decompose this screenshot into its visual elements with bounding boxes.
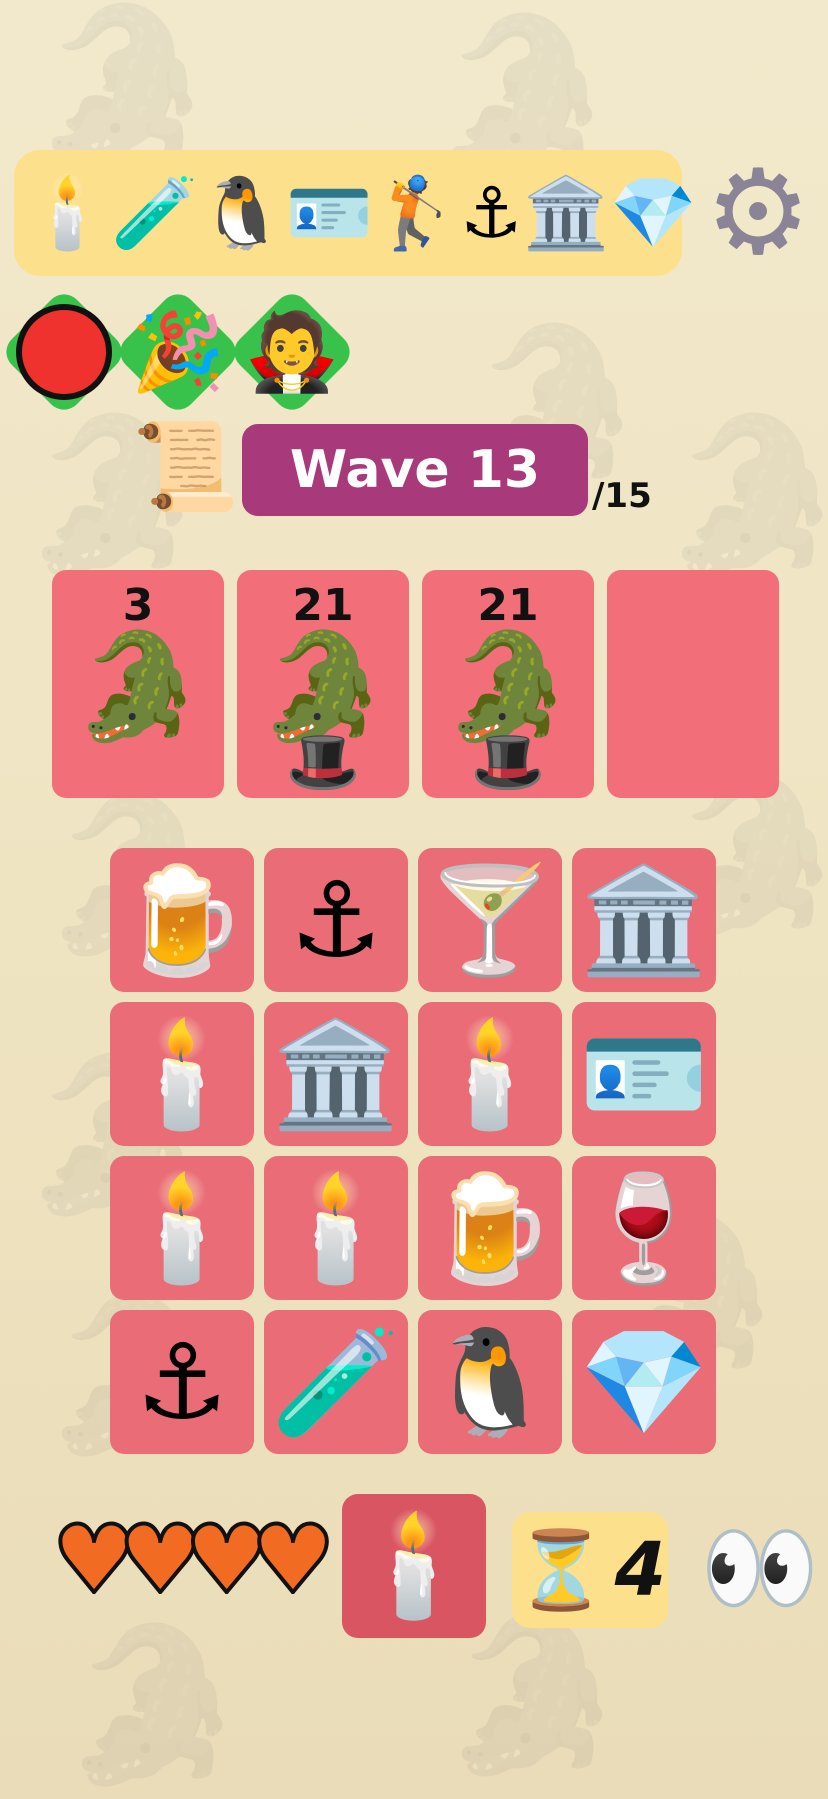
- red-circle-icon: [16, 304, 112, 400]
- lives-hearts: ♥ ♥ ♥ ♥: [50, 1512, 337, 1610]
- enemy-card[interactable]: 21 🐊 🎩: [422, 570, 594, 798]
- wine-glass-icon: 🍷: [579, 1167, 709, 1289]
- current-item-slot[interactable]: 🕯️: [342, 1494, 486, 1638]
- rainbow-person-icon: 🧛: [244, 307, 340, 396]
- top-hat-icon: 🎩: [470, 727, 546, 797]
- grid-cell[interactable]: 🕯️: [110, 1002, 254, 1146]
- wave-label: Wave 13: [242, 424, 588, 516]
- golfer-icon[interactable]: 🏌️: [373, 178, 460, 248]
- turn-timer: ⏳ 4: [512, 1512, 668, 1628]
- heart-icon: ♥: [249, 1506, 337, 1615]
- grid-cell[interactable]: ⚓: [264, 848, 408, 992]
- rainbow-card-icon[interactable]: 🪪: [286, 178, 373, 248]
- effect-slot[interactable]: [12, 300, 116, 404]
- enemy-card-empty[interactable]: [607, 570, 779, 798]
- grid-cell[interactable]: 🧪: [264, 1310, 408, 1454]
- timer-count: 4: [614, 1527, 667, 1613]
- candle-icon: 🕯️: [425, 1013, 555, 1135]
- cocktail-icon: 🍸: [425, 859, 555, 981]
- penguin-icon: 🐧: [425, 1321, 555, 1443]
- anchor-icon[interactable]: ⚓: [460, 178, 523, 248]
- background-crocodile-icon: 🐊: [430, 8, 617, 182]
- effect-slot[interactable]: 🧛: [240, 300, 344, 404]
- candle-icon[interactable]: 🕯️: [24, 178, 111, 248]
- enemy-card[interactable]: 3 🐊: [52, 570, 224, 798]
- enemy-hp: 3: [122, 580, 154, 631]
- anchor-icon: ⚓: [289, 859, 383, 981]
- beer-mug-icon: 🍺: [425, 1167, 555, 1289]
- enemy-hp: 21: [292, 580, 354, 631]
- grid-cell[interactable]: 🍷: [572, 1156, 716, 1300]
- candle-icon: 🕯️: [351, 1507, 477, 1624]
- gem-icon[interactable]: 💎: [610, 178, 697, 248]
- status-effects: 🎉 🧛: [12, 300, 344, 420]
- hourglass-icon: ⏳: [513, 1525, 609, 1614]
- test-tube-icon: 🧪: [271, 1321, 401, 1443]
- background-crocodile-icon: 🐊: [660, 408, 828, 582]
- crocodile-icon: 🐊: [73, 625, 203, 747]
- grid-cell[interactable]: 🕯️: [264, 1156, 408, 1300]
- anchor-icon: ⚓: [135, 1321, 229, 1443]
- grid-cell[interactable]: 🍺: [418, 1156, 562, 1300]
- enemy-row: 3 🐊 21 🐊 🎩 21 🐊 🎩: [52, 570, 779, 798]
- classical-building-icon: 🏛️: [271, 1013, 401, 1135]
- inventory-bar: 🕯️ 🧪 🐧 🪪 🏌️ ⚓ 🏛️ 💎: [14, 150, 697, 276]
- enemy-card[interactable]: 21 🐊 🎩: [237, 570, 409, 798]
- grid-cell[interactable]: 🏛️: [572, 848, 716, 992]
- item-grid: 🍺 ⚓ 🍸 🏛️ 🕯️ 🏛️ 🕯️ 🪪 🕯️ 🕯️ 🍺 🍷 ⚓ 🧪 🐧 💎: [110, 848, 716, 1454]
- grid-cell[interactable]: 🐧: [418, 1310, 562, 1454]
- test-tube-icon[interactable]: 🧪: [111, 178, 198, 248]
- candle-icon: 🕯️: [117, 1013, 247, 1135]
- classical-building-icon[interactable]: 🏛️: [523, 178, 610, 248]
- crocodile-icon: 🐊: [443, 625, 573, 747]
- beer-mug-icon: 🍺: [117, 859, 247, 981]
- grid-cell[interactable]: 🪪: [572, 1002, 716, 1146]
- penguin-icon[interactable]: 🐧: [198, 178, 285, 248]
- grid-cell[interactable]: 🕯️: [418, 1002, 562, 1146]
- party-popper-icon: 🎉: [130, 307, 226, 396]
- settings-gear-icon[interactable]: ⚙: [696, 150, 820, 274]
- top-hat-icon: 🎩: [285, 727, 361, 797]
- grid-cell[interactable]: 🏛️: [264, 1002, 408, 1146]
- grid-cell[interactable]: 💎: [572, 1310, 716, 1454]
- enemy-hp: 21: [477, 580, 539, 631]
- gem-icon: 💎: [579, 1321, 709, 1443]
- grid-cell[interactable]: 🕯️: [110, 1156, 254, 1300]
- crocodile-icon: 🐊: [258, 625, 388, 747]
- eyes-icon[interactable]: 👀: [700, 1520, 820, 1616]
- background-crocodile-icon: 🐊: [30, 0, 217, 172]
- effect-slot[interactable]: 🎉: [126, 300, 230, 404]
- background-crocodile-icon: 🐊: [440, 1608, 627, 1782]
- wave-total: /15: [592, 476, 652, 516]
- grid-cell[interactable]: ⚓: [110, 1310, 254, 1454]
- background-crocodile-icon: 🐊: [60, 1618, 247, 1792]
- classical-building-icon: 🏛️: [579, 859, 709, 981]
- candle-icon: 🕯️: [117, 1167, 247, 1289]
- scroll-icon[interactable]: 📜: [132, 424, 239, 510]
- candle-icon: 🕯️: [271, 1167, 401, 1289]
- rainbow-card-icon: 🪪: [579, 1013, 709, 1135]
- grid-cell[interactable]: 🍸: [418, 848, 562, 992]
- grid-cell[interactable]: 🍺: [110, 848, 254, 992]
